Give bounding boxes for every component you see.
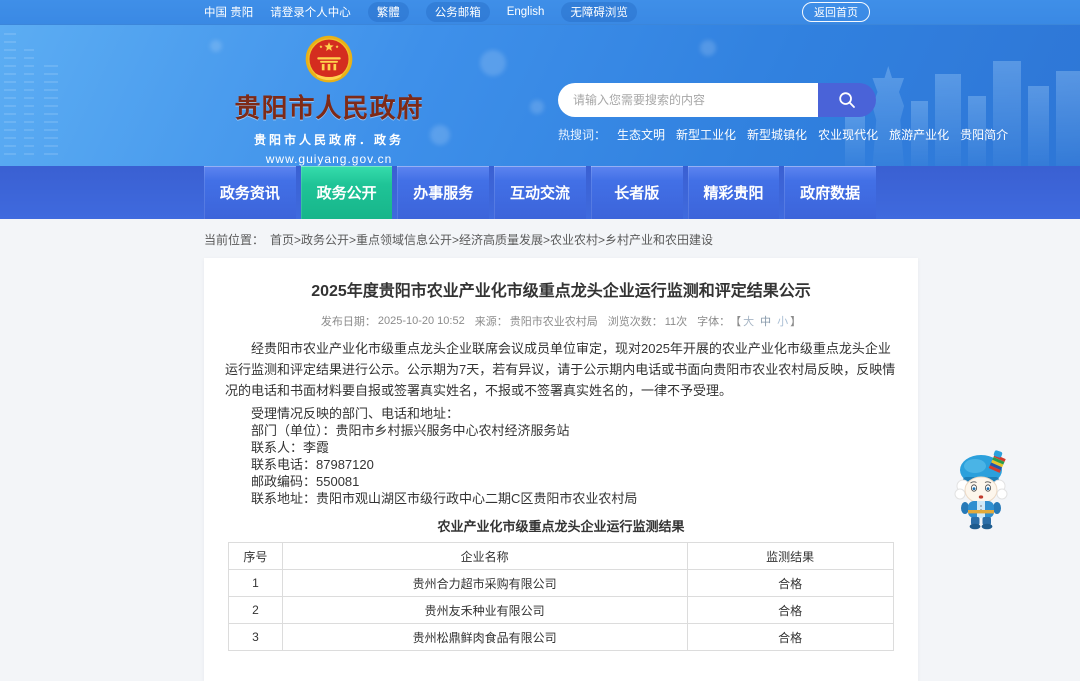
table-header-row: 序号 企业名称 监测结果 <box>228 542 894 570</box>
views-count: 11次 <box>664 316 688 328</box>
left-decoration <box>24 49 34 159</box>
topbar-link[interactable]: 中国 贵阳 <box>204 4 253 20</box>
table-header-cell: 序号 <box>228 542 283 570</box>
table-caption: 农业产业化市级重点龙头企业运行监测结果 <box>437 519 685 534</box>
table-cell: 3 <box>228 623 283 651</box>
article-paragraph: 经贵阳市农业产业化市级重点龙头企业联席会议成员单位审定，现对2025年开展的农业… <box>225 341 896 398</box>
hot-search-words: 生态文明 新型工业化 新型城镇化 农业现代化 旅游产业化 贵阳简介 <box>617 126 1008 143</box>
font-size-option[interactable]: 大 <box>743 313 754 329</box>
breadcrumb-path[interactable]: 首页>政务公开>重点领域信息公开>经济高质量发展>农业农村>乡村产业和农田建设 <box>270 233 713 247</box>
hot-search-word[interactable]: 生态文明 <box>617 126 665 143</box>
hot-search-word[interactable]: 农业现代化 <box>818 126 878 143</box>
table-cell: 合格 <box>686 623 894 651</box>
nav-tab[interactable]: 长者版 <box>590 166 683 219</box>
main-nav: 政务资讯 政务公开 办事服务 互动交流 长者版 精彩贵阳 政府数据 <box>0 166 1080 219</box>
article-paragraph: 联系地址：贵阳市观山湖区市级行政中心二期C区贵阳市农业农村局 <box>251 491 638 506</box>
search-button[interactable] <box>818 83 876 117</box>
article-paragraph: 部门（单位）：贵阳市乡村振兴服务中心农村经济服务站 <box>251 423 570 438</box>
table-row: 2 贵州友禾种业有限公司 合格 <box>228 596 894 624</box>
hot-search-word[interactable]: 新型工业化 <box>676 126 736 143</box>
left-decoration <box>4 33 16 158</box>
search-box <box>558 83 876 117</box>
national-emblem-icon <box>305 35 353 83</box>
nav-tab[interactable]: 精彩贵阳 <box>687 166 780 219</box>
mascot-widget[interactable] <box>950 450 1016 530</box>
monitoring-results-table: 序号 企业名称 监测结果 1 贵州合力超市采购有限公司 合格 2 贵州友禾种业有限公司 合格 3… <box>228 542 894 651</box>
font-size-option[interactable]: 小 <box>777 313 788 329</box>
source: 贵阳市农业农村局 <box>509 316 598 328</box>
table-cell: 贵州友禾种业有限公司 <box>281 596 688 624</box>
left-decoration <box>44 65 58 160</box>
views-label: 浏览次数： <box>607 316 663 328</box>
topbar-link[interactable]: 繁體 <box>367 2 409 22</box>
topbar-link[interactable]: 无障碍浏览 <box>561 2 637 22</box>
article-paragraph: 邮政编码：550081 <box>251 474 360 489</box>
table-cell: 贵州合力超市采购有限公司 <box>281 569 688 597</box>
site-url: www.guiyang.gov.cn <box>265 152 393 166</box>
source-label: 来源： <box>474 316 508 328</box>
table-cell: 合格 <box>686 569 894 597</box>
nav-tab[interactable]: 政务资讯 <box>204 166 296 219</box>
table-cell: 贵州松鼎鲜肉食品有限公司 <box>281 623 688 651</box>
breadcrumb-label: 当前位置： <box>204 233 265 247</box>
nav-tab[interactable]: 政府数据 <box>784 166 877 219</box>
article-paragraph: 受理情况反映的部门、电话和地址： <box>251 406 460 421</box>
hot-search-row: 热搜词： 生态文明 新型工业化 新型城镇化 农业现代化 旅游产业化 贵阳简介 <box>558 126 1008 143</box>
nav-tab[interactable]: 互动交流 <box>494 166 586 219</box>
search-input[interactable] <box>558 83 818 117</box>
table-header-cell: 企业名称 <box>281 542 688 570</box>
hot-search-word[interactable]: 旅游产业化 <box>889 126 949 143</box>
table-header-cell: 监测结果 <box>686 542 894 570</box>
topbar-links: 中国 贵阳 请登录个人中心 繁體 公务邮箱 English 无障碍浏览 <box>204 2 654 22</box>
font-size-label: 字体： <box>697 316 731 328</box>
site-name[interactable]: 贵阳市人民政府 <box>234 88 423 125</box>
article-card: 2025年度贵阳市农业产业化市级重点龙头企业运行监测和评定结果公示 发布日期： 2… <box>204 258 918 681</box>
site-brand: 贵阳市人民政府 贵阳市人民政府．政务 www.guiyang.gov.cn <box>204 25 454 166</box>
table-cell: 2 <box>228 596 283 624</box>
publish-date-label: 发布日期： <box>320 316 376 328</box>
table-cell: 合格 <box>686 596 894 624</box>
article-title: 2025年度贵阳市农业产业化市级重点龙头企业运行监测和评定结果公示 <box>311 283 811 300</box>
topbar-link[interactable]: 公务邮箱 <box>425 2 490 22</box>
search-area: 热搜词： 生态文明新型工业化新型城镇化农业现代化旅游产业化贵阳简介 <box>558 83 1008 166</box>
skyline-building <box>1028 86 1049 166</box>
nav-tab[interactable]: 办事服务 <box>397 166 490 219</box>
table-cell: 1 <box>228 569 283 597</box>
search-icon <box>839 92 855 108</box>
skyline-building <box>993 61 1022 166</box>
article-paragraph: 联系电话：87987120 <box>251 457 374 472</box>
publish-date: 2025-10-20 10:52 <box>377 315 465 327</box>
breadcrumb: 当前位置： 首页>政务公开>重点领域信息公开>经济高质量发展>农业农村>乡村产业和… <box>204 231 876 248</box>
font-bracket-close: 】 <box>790 316 802 328</box>
topbar-link[interactable]: 请登录个人中心 <box>270 4 351 20</box>
topbar: 中国 贵阳 请登录个人中心 繁體 公务邮箱 English 无障碍浏览 返回首页 <box>0 0 1080 25</box>
font-size-options: 大中小 <box>743 313 788 329</box>
nav-tab[interactable]: 政务公开 <box>300 166 393 219</box>
return-home-button[interactable]: 返回首页 <box>802 2 870 22</box>
site-subtitle: 贵阳市人民政府．政务 <box>253 133 404 147</box>
table-row: 1 贵州合力超市采购有限公司 合格 <box>228 569 894 597</box>
hot-search-word[interactable]: 贵阳简介 <box>960 126 1008 143</box>
font-size-option[interactable]: 中 <box>760 313 771 329</box>
font-bracket-open: 【 <box>730 316 742 328</box>
hot-search-word[interactable]: 新型城镇化 <box>747 126 807 143</box>
table-row: 3 贵州松鼎鲜肉食品有限公司 合格 <box>228 623 894 651</box>
skyline-building <box>1055 71 1080 166</box>
skyline-pagoda <box>872 66 905 166</box>
article-meta: 发布日期： 2025-10-20 10:52 来源： 贵阳市农业农村局 浏览次数： 1… <box>225 313 897 329</box>
city-skyline-decoration <box>845 56 1080 166</box>
hot-search-label: 热搜词： <box>558 128 607 142</box>
article-paragraph: 联系人：李霞 <box>251 440 330 455</box>
site-header: 贵阳市人民政府 贵阳市人民政府．政务 www.guiyang.gov.cn 热搜… <box>0 25 1080 166</box>
page: 中国 贵阳 请登录个人中心繁體公务邮箱 English 无障碍浏览 返回首页 <box>0 0 1080 681</box>
topbar-link[interactable]: English <box>507 6 545 18</box>
article-body: 经贵阳市农业产业化市级重点龙头企业联席会议成员单位审定，现对2025年开展的农业… <box>225 338 897 507</box>
skyline-building <box>934 74 961 166</box>
